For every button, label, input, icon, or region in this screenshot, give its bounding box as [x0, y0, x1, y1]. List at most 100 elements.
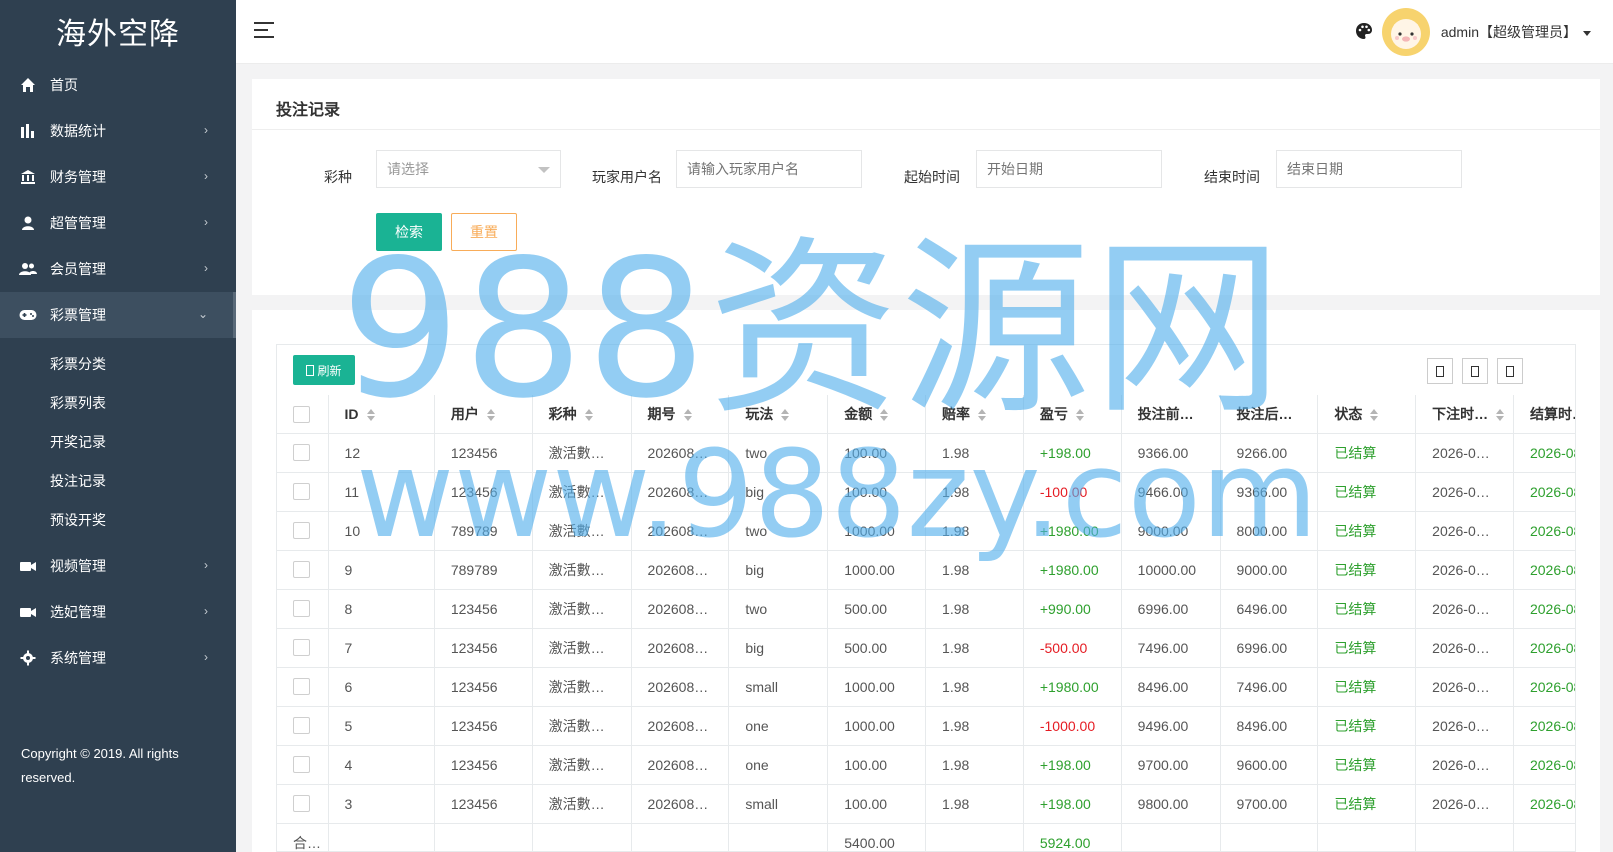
row-select-cell [277, 628, 329, 668]
lottery-label: 彩种 [324, 169, 352, 185]
column-header-user[interactable]: 用户 [434, 395, 533, 434]
row-checkbox[interactable] [293, 678, 310, 696]
user-menu[interactable]: admin【超级管理员】 [1441, 22, 1591, 42]
table-row[interactable]: 12 123456 激活數… 202608… two 100.00 1.98 +198.00 9… [277, 433, 1575, 473]
avatar[interactable] [1382, 8, 1430, 56]
cell-lottery: 激活數… [532, 667, 632, 707]
submenu-item-draw-records[interactable]: 开奖记录 [0, 422, 236, 461]
table-row[interactable]: 9 789789 激活數… 202608… big 1000.00 1.98 +1980.00… [277, 550, 1575, 590]
column-header-status[interactable]: 状态 [1317, 395, 1417, 434]
cell-bet-time: 2026-0… [1415, 433, 1514, 473]
cell-settle-time: 2026-08-04 0 [1513, 745, 1575, 785]
sidebar-item-home[interactable]: 首页 [0, 62, 236, 108]
table-row[interactable]: 4 123456 激活數… 202608… one 100.00 1.98 +198.00 97… [277, 745, 1575, 785]
sidebar-item-super-admin[interactable]: 超管管理 › [0, 200, 236, 246]
cell-lottery: 激活數… [532, 628, 632, 668]
cell-period: 202608… [631, 550, 730, 590]
table-row[interactable]: 8 123456 激活數… 202608… two 500.00 1.98 +990.00 69… [277, 589, 1575, 629]
sidebar-item-members[interactable]: 会员管理 › [0, 246, 236, 292]
row-select-cell [277, 472, 329, 512]
row-checkbox[interactable] [293, 717, 310, 735]
table-panel: 刷新 ID 用户 彩种 期号 玩法 金额 赔率 盈亏 投注前… 投注后… 状态 … [252, 310, 1600, 852]
start-date-input[interactable] [976, 150, 1162, 188]
cell-bet-time: 2026-0… [1415, 589, 1514, 629]
row-checkbox[interactable] [293, 561, 310, 579]
chevron-right-icon: › [204, 650, 208, 664]
row-checkbox[interactable] [293, 600, 310, 618]
columns-toggle-button[interactable] [1427, 358, 1453, 384]
column-header-balance-before[interactable]: 投注前… [1121, 395, 1221, 434]
column-header-balance-after[interactable]: 投注后… [1220, 395, 1319, 434]
submenu-item-preset-draw[interactable]: 预设开奖 [0, 500, 236, 539]
print-button[interactable] [1497, 358, 1523, 384]
table-row[interactable]: 3 123456 激活數… 202608… small 100.00 1.98 +198.00… [277, 784, 1575, 824]
row-checkbox[interactable] [293, 795, 310, 813]
sort-icon [1370, 409, 1379, 422]
column-header-period[interactable]: 期号 [631, 395, 730, 434]
cell-status: 已结算 [1317, 745, 1417, 785]
cell-id: 9 [328, 550, 435, 590]
row-select-cell [277, 745, 329, 785]
submenu-item-lottery-list[interactable]: 彩票列表 [0, 383, 236, 422]
cell-bet-time: 2026-0… [1415, 472, 1514, 512]
submenu-item-lottery-category[interactable]: 彩票分类 [0, 344, 236, 383]
cell-user: 123456 [434, 667, 533, 707]
cell-amount: 1000.00 [827, 550, 927, 590]
column-header-odds[interactable]: 赔率 [925, 395, 1024, 434]
row-checkbox[interactable] [293, 756, 310, 774]
video-icon [18, 556, 38, 576]
total-empty-cell [434, 823, 533, 851]
cell-amount: 100.00 [827, 433, 927, 473]
submenu-item-bet-records[interactable]: 投注记录 [0, 461, 236, 500]
column-header-settle-time[interactable]: 结算时… [1513, 395, 1575, 434]
table-row[interactable]: 5 123456 激活數… 202608… one 1000.00 1.98 -1000.00… [277, 706, 1575, 746]
table-row[interactable]: 7 123456 激活數… 202608… big 500.00 1.98 -500.00 74… [277, 628, 1575, 668]
sidebar-item-finance[interactable]: 财务管理 › [0, 154, 236, 200]
column-header-id[interactable]: ID [328, 395, 435, 434]
reset-button[interactable]: 重置 [451, 213, 517, 251]
cell-id: 6 [328, 667, 435, 707]
column-header-bet-time[interactable]: 下注时… [1415, 395, 1514, 434]
cell-bet-time: 2026-0… [1415, 706, 1514, 746]
search-button[interactable]: 检索 [376, 213, 442, 251]
row-checkbox[interactable] [293, 483, 310, 501]
cell-play: big [728, 472, 829, 512]
cell-user: 123456 [434, 433, 533, 473]
column-header-amount[interactable]: 金额 [827, 395, 927, 434]
sidebar-item-lottery[interactable]: 彩票管理 ⌄ [0, 292, 236, 338]
lottery-select[interactable]: 请选择 [376, 150, 561, 188]
sidebar-item-statistics[interactable]: 数据统计 › [0, 108, 236, 154]
total-empty-cell [728, 823, 829, 851]
total-amount: 5400.00 [827, 823, 927, 851]
palette-icon[interactable] [1355, 22, 1373, 40]
sidebar-item-video[interactable]: 视频管理 › [0, 543, 236, 589]
select-all-checkbox[interactable] [293, 405, 310, 423]
sidebar-item-concubine[interactable]: 选妃管理 › [0, 589, 236, 635]
cell-status: 已结算 [1317, 589, 1417, 629]
end-date-input[interactable] [1276, 150, 1462, 188]
sidebar-item-system[interactable]: 系统管理 › [0, 635, 236, 681]
table-total-row: 合… 5400.00 5924.00 [277, 823, 1575, 851]
column-header-profit[interactable]: 盈亏 [1023, 395, 1122, 434]
refresh-button[interactable]: 刷新 [293, 355, 355, 385]
menu-toggle-icon[interactable] [254, 22, 274, 38]
column-header-play[interactable]: 玩法 [728, 395, 829, 434]
cell-user: 123456 [434, 745, 533, 785]
user-icon [18, 213, 38, 233]
row-checkbox[interactable] [293, 639, 310, 657]
table-row[interactable]: 11 123456 激活數… 202608… big 100.00 1.98 -100.00 9… [277, 472, 1575, 512]
cell-lottery: 激活數… [532, 472, 632, 512]
table-row[interactable]: 10 789789 激活數… 202608… two 1000.00 1.98 +1980.0… [277, 511, 1575, 551]
table-row[interactable]: 6 123456 激活數… 202608… small 1000.00 1.98 +1980.… [277, 667, 1575, 707]
cell-settle-time: 2026-08-04 0 [1513, 589, 1575, 629]
cell-balance-after: 9266.00 [1220, 433, 1319, 473]
export-button[interactable] [1462, 358, 1488, 384]
column-header-lottery[interactable]: 彩种 [532, 395, 632, 434]
sidebar-item-label: 会员管理 [50, 261, 106, 277]
player-username-input[interactable] [676, 150, 862, 188]
row-checkbox[interactable] [293, 522, 310, 540]
lottery-submenu: 彩票分类 彩票列表 开奖记录 投注记录 预设开奖 [0, 338, 236, 543]
row-checkbox[interactable] [293, 444, 310, 462]
cell-odds: 1.98 [925, 472, 1024, 512]
total-empty-cell [328, 823, 435, 851]
